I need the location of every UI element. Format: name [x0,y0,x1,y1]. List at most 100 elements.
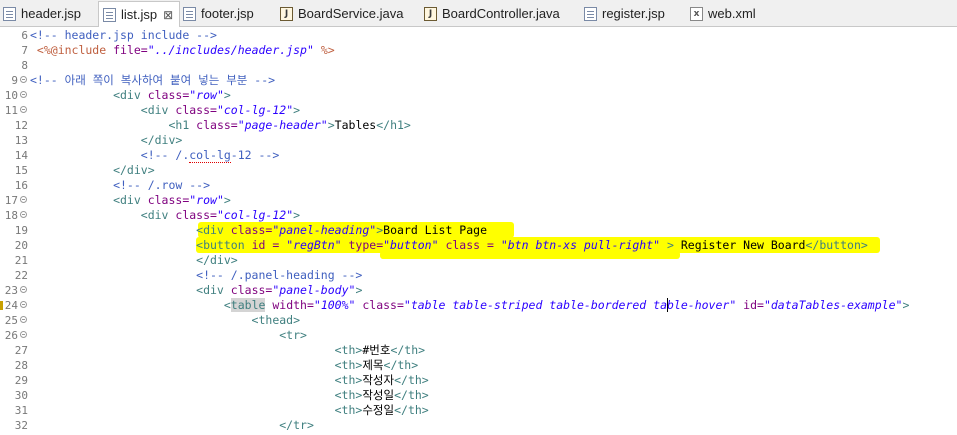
fold-collapse-icon[interactable] [20,196,28,204]
code-text: <div class="panel-body"> [30,283,362,298]
close-tab-icon[interactable]: ⊠ [163,8,173,22]
line-number: 28 [14,359,28,372]
tab-header-jsp[interactable]: header.jsp [3,2,81,25]
code-line[interactable]: 10 <div class="row"> [0,88,957,103]
value-token: "../includes/header.jsp" [147,43,314,57]
tag-token: </th> [383,358,419,372]
code-text: <div class="col-lg-12"> [30,208,300,223]
tab-web-xml[interactable]: x web.xml [690,2,756,25]
current-line-marker-icon [0,301,7,310]
text-token: #번호 [362,343,391,357]
line-number: 22 [14,269,28,282]
code-line[interactable]: 8 [0,58,957,73]
line-number: 26 [4,329,18,342]
code-text: <!-- header.jsp include --> [30,28,217,43]
tag-token: <th> [30,388,363,402]
tab-label: register.jsp [602,6,665,21]
code-line[interactable]: 11 <div class="col-lg-12"> [0,103,957,118]
code-line[interactable]: 24 <table width="100%" class="table tabl… [0,298,957,313]
fold-collapse-icon[interactable] [20,76,28,84]
fold-collapse-icon[interactable] [20,301,28,309]
text-token: 작성자 [362,373,395,387]
tag-token: <button [30,238,252,252]
tab-register-jsp[interactable]: register.jsp [584,2,665,25]
line-number: 18 [4,209,18,222]
line-number: 13 [14,134,28,147]
line-number: 25 [4,314,18,327]
code-line[interactable]: 25 <thead> [0,313,957,328]
code-line[interactable]: 13 </div> [0,133,957,148]
line-number: 27 [14,344,28,357]
comment-token: <!-- /. [30,148,190,162]
code-text: <!-- /.col-lg-12 --> [30,148,279,163]
code-line[interactable]: 20 <button id = "regBtn" type="button" c… [0,238,957,253]
code-line[interactable]: 15 </div> [0,163,957,178]
tab-boardcontroller-java[interactable]: J BoardController.java [424,2,560,25]
code-line[interactable]: 18 <div class="col-lg-12"> [0,208,957,223]
code-line[interactable]: 22 <!-- /.panel-heading --> [0,268,957,283]
tag-token: <div [30,283,231,297]
java-file-icon: J [424,6,437,21]
code-line[interactable]: 27 <th>#번호</th> [0,343,957,358]
tag-token: </button> [805,238,868,252]
jsp-directive-token: <%@include [30,43,114,57]
code-line[interactable]: 14 <!-- /.col-lg-12 --> [0,148,957,163]
code-line[interactable]: 17 <div class="row"> [0,193,957,208]
tag-token: < [30,298,231,312]
fold-collapse-icon[interactable] [20,286,28,294]
line-number: 11 [4,104,18,117]
java-file-icon: J [280,6,293,21]
line-number: 14 [14,149,28,162]
code-line[interactable]: 23 <div class="panel-body"> [0,283,957,298]
value-token: "table table-striped table-bordered tabl… [403,298,737,312]
code-line[interactable]: 12 <h1 class="page-header">Tables</h1> [0,118,957,133]
attribute-token: class= [230,283,273,297]
tab-label: BoardService.java [298,6,404,21]
comment-token: <!-- /.panel-heading --> [30,268,363,282]
tab-boardservice-java[interactable]: J BoardService.java [280,2,404,25]
attribute-token: width= [265,298,314,312]
tag-token: <div [30,208,176,222]
tag-token: <th> [30,343,363,357]
code-line[interactable]: 29 <th>작성자</th> [0,373,957,388]
text-token: Board List Page [383,223,487,237]
fold-collapse-icon[interactable] [20,331,28,339]
fold-collapse-icon[interactable] [20,91,28,99]
value-token: "row" [189,193,224,207]
tag-token: </div> [30,253,238,267]
fold-collapse-icon[interactable] [20,106,28,114]
value-token: "row" [189,88,224,102]
code-line[interactable]: 32 </tr> [0,418,957,433]
code-line[interactable]: 7 <%@include file="../includes/header.js… [0,43,957,58]
code-text: <!-- 아래 쪽이 복사하여 붙여 넣는 부분 --> [30,73,275,88]
line-number: 17 [4,194,18,207]
tag-token: <div [30,223,231,237]
code-line[interactable]: 9 <!-- 아래 쪽이 복사하여 붙여 넣는 부분 --> [0,73,957,88]
tab-list-jsp[interactable]: list.jsp ⊠ [98,1,181,27]
line-number: 16 [14,179,28,192]
tag-token: > [223,193,231,207]
tag-token: > [327,118,335,132]
code-line[interactable]: 26 <tr> [0,328,957,343]
fold-collapse-icon[interactable] [20,316,28,324]
code-editor[interactable]: 6 <!-- header.jsp include --> 7 <%@include… [0,27,957,435]
comment-token: <!-- 아래 쪽이 복사하여 붙여 넣는 부분 --> [30,73,276,87]
code-text: <thead> [30,313,300,328]
code-line[interactable]: 21 </div> [0,253,957,268]
code-line[interactable]: 31 <th>수정일</th> [0,403,957,418]
line-number: 6 [21,29,28,42]
attribute-token: id = [251,238,287,252]
fold-collapse-icon[interactable] [20,211,28,219]
tag-token: <tr> [30,328,307,342]
code-line[interactable]: 28 <th>제목</th> [0,358,957,373]
code-line[interactable]: 19 <div class="panel-heading">Board List… [0,223,957,238]
tab-footer-jsp[interactable]: footer.jsp [183,2,254,25]
value-token: "button" [383,238,439,252]
code-text: <!-- /.panel-heading --> [30,268,362,283]
jsp-file-icon [183,6,196,21]
code-line[interactable]: 16 <!-- /.row --> [0,178,957,193]
code-line[interactable]: 30 <th>작성일</th> [0,388,957,403]
tag-token: </th> [394,403,429,417]
line-number: 19 [14,224,28,237]
code-line[interactable]: 6 <!-- header.jsp include --> [0,28,957,43]
